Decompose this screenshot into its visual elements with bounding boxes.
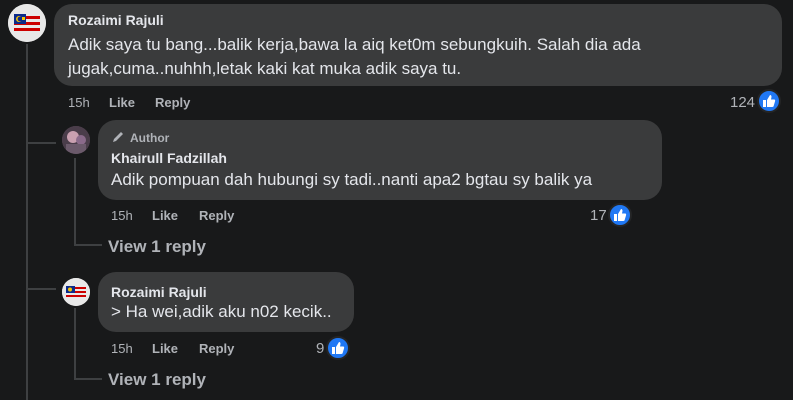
comment-text: Adik pompuan dah hubungi sy tadi..nanti … xyxy=(111,170,593,189)
thread-connector-2 xyxy=(26,288,56,290)
comment-time: 15h xyxy=(68,95,90,110)
reaction-count[interactable]: 9 xyxy=(316,340,324,357)
view-replies-link[interactable]: View 1 reply xyxy=(108,237,206,257)
reaction-count[interactable]: 17 xyxy=(590,207,607,224)
comment-text-line2: jugak,cuma..nuhhh,letak kaki kat muka ad… xyxy=(68,59,462,78)
comment-text: > Ha wei,adik aku n02 kecik.. xyxy=(111,302,332,321)
like-thumb-icon xyxy=(332,342,345,354)
reply-elbow-1 xyxy=(74,244,102,246)
pencil-icon xyxy=(111,130,125,149)
like-button[interactable]: Like xyxy=(109,95,135,110)
comment-time: 15h xyxy=(111,208,133,223)
reply-button[interactable]: Reply xyxy=(155,95,190,110)
reply-line-2 xyxy=(74,308,76,380)
like-reaction-icon[interactable] xyxy=(608,203,632,227)
avatar[interactable] xyxy=(62,126,90,154)
flag-avatar xyxy=(8,4,46,42)
reply-elbow-2 xyxy=(74,378,102,380)
like-reaction-icon[interactable] xyxy=(757,89,781,113)
comment-author[interactable]: Rozaimi Rajuli xyxy=(68,12,164,28)
like-thumb-icon xyxy=(614,209,627,221)
thread-connector-1 xyxy=(26,142,56,144)
reply-line-1 xyxy=(74,158,76,246)
thread-line-main xyxy=(26,44,28,400)
profile-photo-icon xyxy=(62,126,90,154)
author-badge: Author xyxy=(130,131,170,145)
comment-text-line1: Adik saya tu bang...balik kerja,bawa la … xyxy=(68,35,641,54)
comment-author[interactable]: Rozaimi Rajuli xyxy=(111,284,207,300)
avatar[interactable] xyxy=(8,4,46,42)
like-thumb-icon xyxy=(763,95,776,107)
like-reaction-icon[interactable] xyxy=(326,336,350,360)
reaction-count[interactable]: 124 xyxy=(730,94,755,111)
reply-button[interactable]: Reply xyxy=(199,208,234,223)
reply-button[interactable]: Reply xyxy=(199,341,234,356)
like-button[interactable]: Like xyxy=(152,341,178,356)
view-replies-link[interactable]: View 1 reply xyxy=(108,370,206,390)
flag-avatar xyxy=(62,278,90,306)
like-button[interactable]: Like xyxy=(152,208,178,223)
comment-time: 15h xyxy=(111,341,133,356)
comment-author[interactable]: Khairull Fadzillah xyxy=(111,150,227,166)
avatar[interactable] xyxy=(62,278,90,306)
